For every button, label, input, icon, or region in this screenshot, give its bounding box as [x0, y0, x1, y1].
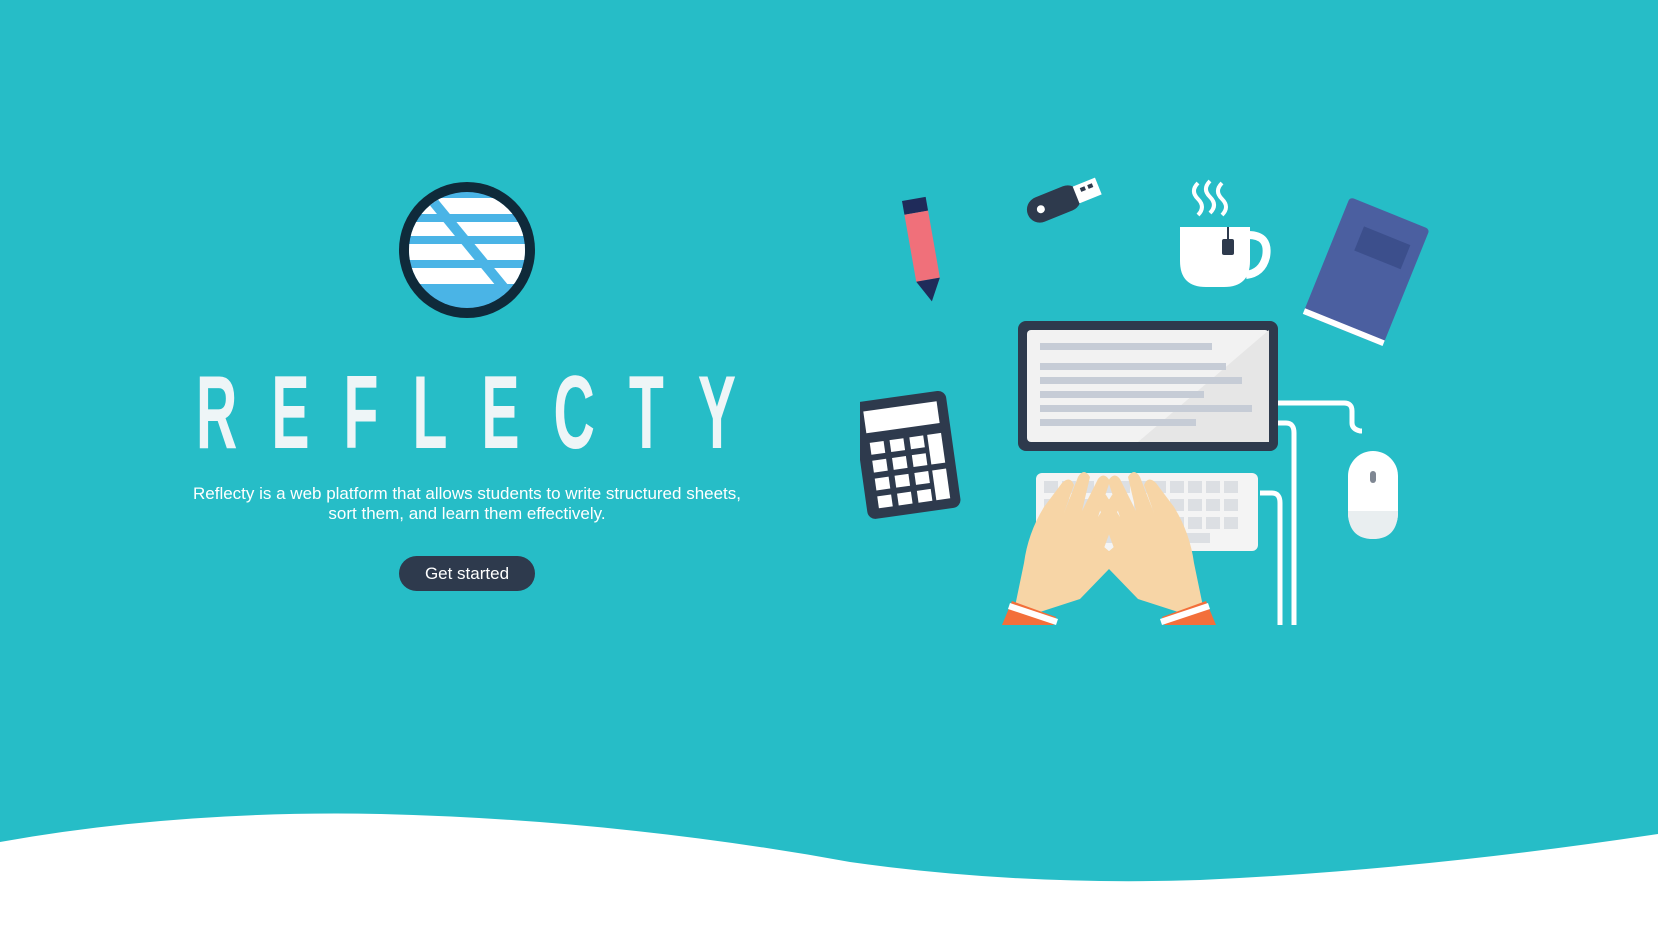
- notebook-icon: [1302, 198, 1429, 347]
- usb-stick-icon: [1026, 177, 1102, 223]
- svg-text:REFLECTY: REFLECTY: [196, 360, 736, 450]
- hero-section: REFLECTY Reflecty is a web platform that…: [0, 0, 1658, 945]
- calculator-icon: [860, 390, 961, 519]
- reflecty-wordmark: REFLECTY: [196, 360, 736, 450]
- reflecty-logo-icon: [399, 182, 535, 318]
- workspace-illustration: [860, 177, 1429, 625]
- pencil-icon: [902, 196, 940, 302]
- hero-tagline-line1: Reflecty is a web platform that allows s…: [192, 484, 742, 503]
- keyboard-cable: [1260, 490, 1283, 625]
- get-started-button[interactable]: Get started: [399, 556, 535, 591]
- coffee-cup-icon: [1180, 179, 1271, 287]
- mouse-icon: [1348, 451, 1398, 539]
- bottom-wave-divider: [0, 813, 1658, 945]
- hero-tagline-line2: sort them, and learn them effectively.: [328, 504, 606, 523]
- monitor-icon: [1018, 321, 1278, 451]
- hero-tagline: Reflecty is a web platform that allows s…: [110, 484, 824, 524]
